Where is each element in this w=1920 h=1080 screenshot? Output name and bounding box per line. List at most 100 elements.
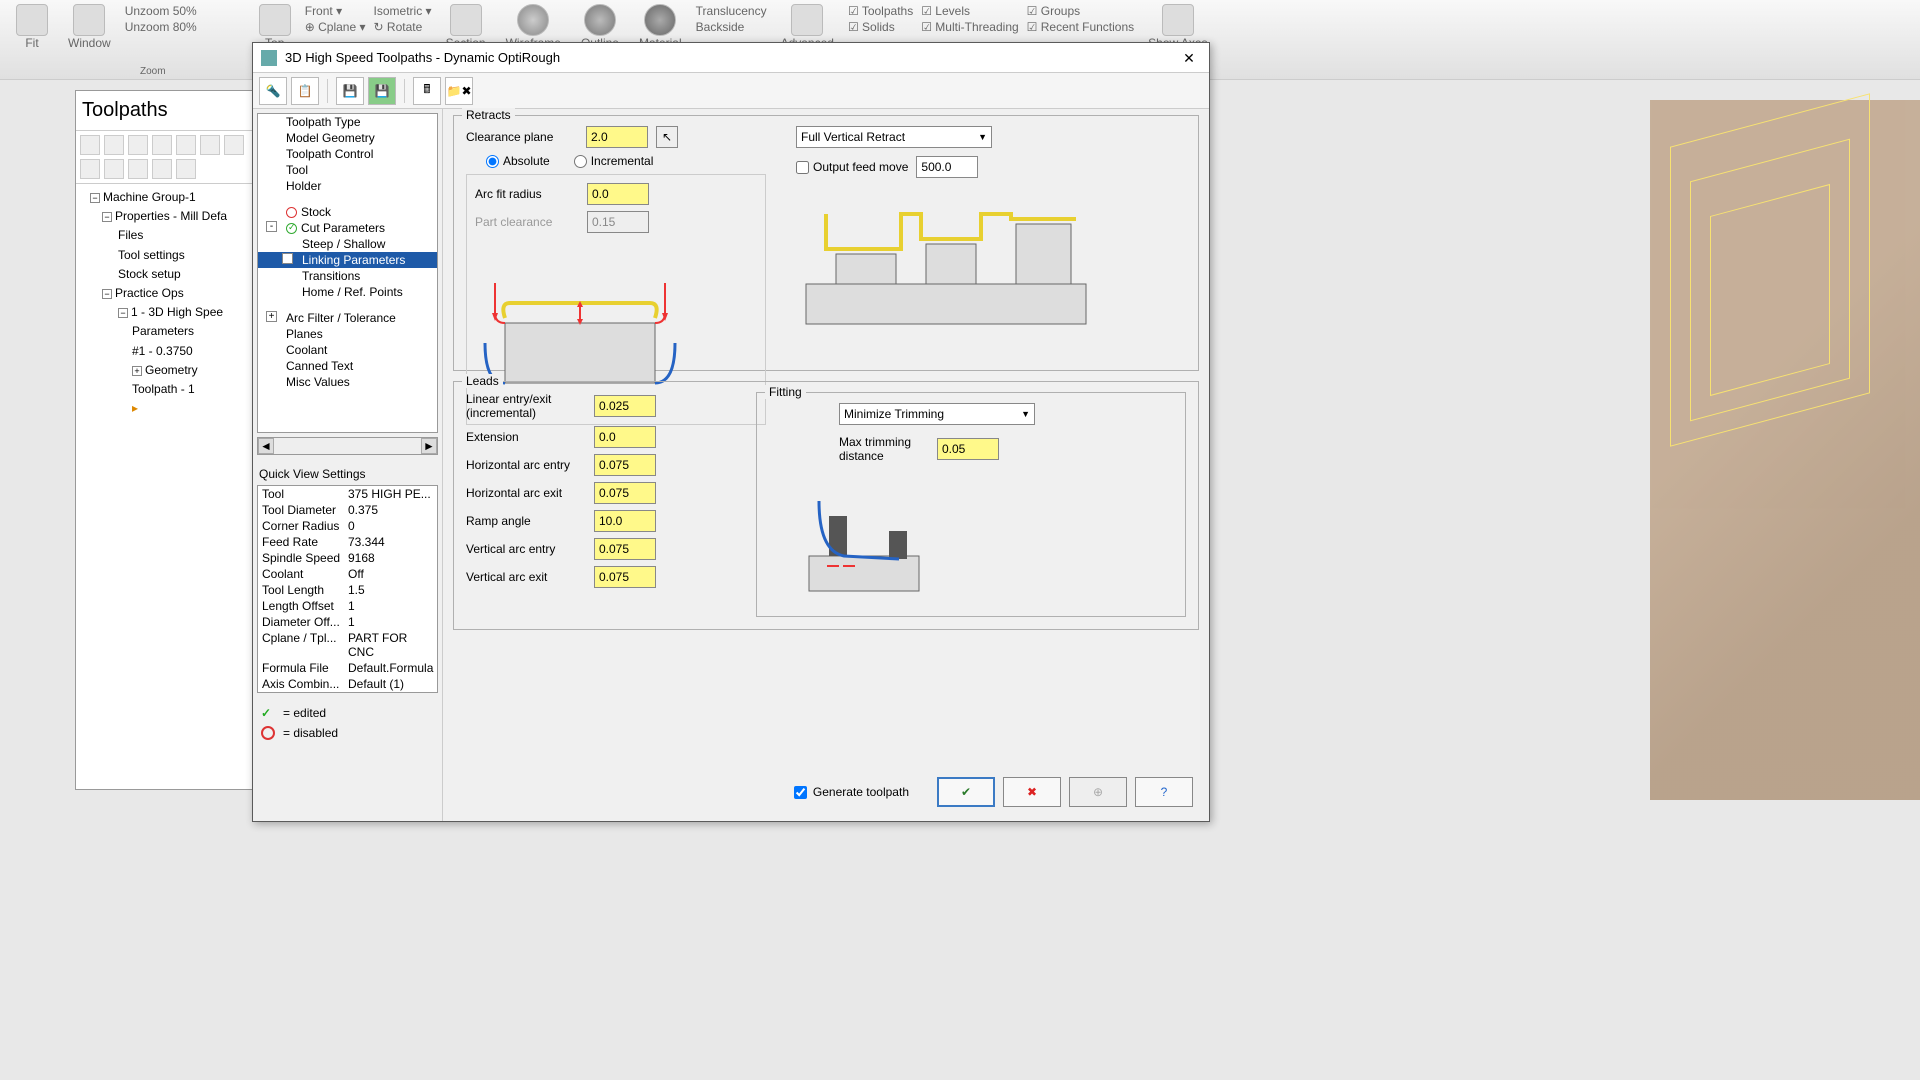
- clearance-plane-input[interactable]: [586, 126, 648, 148]
- tp-tb-5[interactable]: [176, 135, 196, 155]
- tree-item-cut-parameters[interactable]: -Cut Parameters: [258, 220, 437, 236]
- clearance-pick-button[interactable]: ↖: [656, 126, 678, 148]
- ramp-angle-input[interactable]: [594, 510, 656, 532]
- linear-entry-label: Linear entry/exit (incremental): [466, 392, 586, 420]
- close-button[interactable]: ✕: [1177, 46, 1201, 70]
- cursor-icon: ↖: [662, 130, 672, 144]
- linear-entry-input[interactable]: [594, 395, 656, 417]
- dialog-tree[interactable]: Toolpath TypeModel GeometryToolpath Cont…: [257, 113, 438, 433]
- help-button[interactable]: ?: [1135, 777, 1193, 807]
- incremental-radio[interactable]: Incremental: [574, 154, 654, 168]
- tree-item-linking-parameters[interactable]: -Linking Parameters: [258, 252, 437, 268]
- check-icon: ✔: [961, 785, 971, 799]
- ribbon-levels[interactable]: ☑ Levels: [921, 4, 1018, 18]
- qv-row: Cplane / Tpl...PART FOR CNC: [258, 630, 437, 660]
- ribbon-rotate[interactable]: ↻ Rotate: [374, 20, 432, 34]
- fitting-type-dropdown[interactable]: Minimize Trimming▼: [839, 403, 1035, 425]
- v-arc-exit-label: Vertical arc exit: [466, 570, 586, 584]
- tree-item-steep-shallow[interactable]: Steep / Shallow: [258, 236, 437, 252]
- ribbon-groups[interactable]: ☑ Groups: [1027, 4, 1134, 18]
- arc-fit-input[interactable]: [587, 183, 649, 205]
- ribbon-multithreading[interactable]: ☑ Multi-Threading: [921, 20, 1018, 34]
- toolpaths-toolbar: [76, 131, 254, 184]
- ribbon-unzoom80[interactable]: Unzoom 80%: [125, 20, 197, 34]
- part-clearance-label: Part clearance: [475, 215, 579, 229]
- dialog-title: 3D High Speed Toolpaths - Dynamic OptiRo…: [285, 50, 1177, 65]
- qv-row: Formula FileDefault.Formula: [258, 660, 437, 676]
- ribbon-backside[interactable]: Backside: [696, 20, 767, 34]
- ribbon-solids[interactable]: ☑ Solids: [848, 20, 913, 34]
- tp-tb-3[interactable]: [128, 135, 148, 155]
- tree-item-stock[interactable]: Stock: [258, 204, 437, 220]
- viewport[interactable]: [1650, 100, 1920, 800]
- fitting-title: Fitting: [765, 385, 806, 399]
- tp-tb-6[interactable]: [200, 135, 220, 155]
- tree-item-misc-values[interactable]: Misc Values: [258, 374, 437, 390]
- ribbon-unzoom50[interactable]: Unzoom 50%: [125, 4, 197, 18]
- tp-tb-11[interactable]: [152, 159, 172, 179]
- dlg-tb-save[interactable]: 💾: [336, 77, 364, 105]
- tp-tb-9[interactable]: [104, 159, 124, 179]
- ribbon-isometric[interactable]: Isometric ▾: [374, 4, 432, 18]
- tree-item-arc-filter-tolerance[interactable]: +Arc Filter / Tolerance: [258, 310, 437, 326]
- h-arc-exit-label: Horizontal arc exit: [466, 486, 586, 500]
- h-arc-entry-label: Horizontal arc entry: [466, 458, 586, 472]
- ribbon-front[interactable]: Front ▾: [305, 4, 366, 18]
- tree-item-model-geometry[interactable]: Model Geometry: [258, 130, 437, 146]
- extension-label: Extension: [466, 430, 586, 444]
- tree-item-planes[interactable]: Planes: [258, 326, 437, 342]
- qv-row: Diameter Off...1: [258, 614, 437, 630]
- max-trim-input[interactable]: [937, 438, 999, 460]
- dialog: 3D High Speed Toolpaths - Dynamic OptiRo…: [252, 42, 1210, 822]
- ribbon-translucency[interactable]: Translucency: [696, 4, 767, 18]
- tree-hscroll[interactable]: ◄►: [257, 437, 438, 455]
- ok-button[interactable]: ✔: [937, 777, 995, 807]
- tree-item-transitions[interactable]: Transitions: [258, 268, 437, 284]
- qv-row: Corner Radius0: [258, 518, 437, 534]
- dlg-tb-highlight[interactable]: 🔦: [259, 77, 287, 105]
- tree-item-canned-text[interactable]: Canned Text: [258, 358, 437, 374]
- dialog-icon: [261, 50, 277, 66]
- leads-title: Leads: [462, 374, 503, 388]
- clearance-plane-label: Clearance plane: [466, 130, 578, 144]
- tp-tb-10[interactable]: [128, 159, 148, 179]
- tree-item-holder[interactable]: Holder: [258, 178, 437, 194]
- output-feed-input[interactable]: [916, 156, 978, 178]
- dialog-footer: Generate toolpath ✔ ✖ ⊕ ?: [794, 777, 1193, 807]
- ribbon-toolpaths[interactable]: ☑ Toolpaths: [848, 4, 913, 18]
- ribbon-window[interactable]: Window: [62, 2, 117, 52]
- titlebar[interactable]: 3D High Speed Toolpaths - Dynamic OptiRo…: [253, 43, 1209, 73]
- output-feed-checkbox[interactable]: Output feed move: [796, 160, 908, 174]
- retract-type-dropdown[interactable]: Full Vertical Retract▼: [796, 126, 992, 148]
- extension-input[interactable]: [594, 426, 656, 448]
- tp-tb-7[interactable]: [224, 135, 244, 155]
- v-arc-entry-input[interactable]: [594, 538, 656, 560]
- v-arc-exit-input[interactable]: [594, 566, 656, 588]
- ribbon-fit[interactable]: Fit: [10, 2, 54, 52]
- cancel-button[interactable]: ✖: [1003, 777, 1061, 807]
- h-arc-exit-input[interactable]: [594, 482, 656, 504]
- qv-row: Tool Length1.5: [258, 582, 437, 598]
- tp-tb-8[interactable]: [80, 159, 100, 179]
- tp-tb-12[interactable]: [176, 159, 196, 179]
- tp-tb-1[interactable]: [80, 135, 100, 155]
- toolpaths-title: Toolpaths: [76, 91, 254, 131]
- dlg-tb-calc[interactable]: 🖩: [413, 77, 441, 105]
- dlg-tb-save2[interactable]: 💾: [368, 77, 396, 105]
- tp-tb-2[interactable]: [104, 135, 124, 155]
- absolute-radio[interactable]: Absolute: [486, 154, 550, 168]
- tree-item-coolant[interactable]: Coolant: [258, 342, 437, 358]
- h-arc-entry-input[interactable]: [594, 454, 656, 476]
- tree-item-toolpath-type[interactable]: Toolpath Type: [258, 114, 437, 130]
- dlg-tb-delete[interactable]: 📁✖: [445, 77, 473, 105]
- dlg-tb-list[interactable]: 📋: [291, 77, 319, 105]
- tree-item-toolpath-control[interactable]: Toolpath Control: [258, 146, 437, 162]
- tp-tb-4[interactable]: [152, 135, 172, 155]
- toolpaths-tree[interactable]: −Machine Group-1 −Properties - Mill Defa…: [76, 184, 254, 422]
- tree-item-home-ref-points[interactable]: Home / Ref. Points: [258, 284, 437, 300]
- ribbon-recent[interactable]: ☑ Recent Functions: [1027, 20, 1134, 34]
- retract-diagram-right: [796, 194, 1096, 334]
- generate-toolpath-checkbox[interactable]: Generate toolpath: [794, 785, 909, 799]
- ribbon-cplane[interactable]: ⊕ Cplane ▾: [305, 20, 366, 34]
- tree-item-tool[interactable]: Tool: [258, 162, 437, 178]
